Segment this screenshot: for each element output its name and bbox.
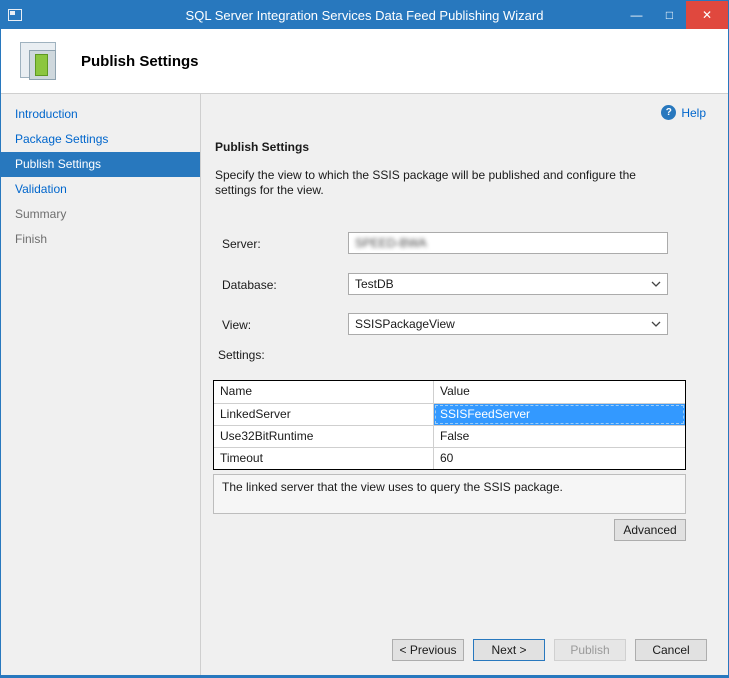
server-value: SPEED-BWA (355, 236, 427, 250)
chevron-down-icon (651, 321, 661, 327)
advanced-button[interactable]: Advanced (614, 519, 686, 541)
page-title: Publish Settings (81, 53, 199, 70)
main-content: ? Help Publish Settings Specify the view… (201, 94, 728, 675)
previous-button[interactable]: < Previous (392, 639, 464, 661)
database-label: Database: (222, 278, 277, 292)
property-value[interactable]: SSISFeedServer (434, 404, 685, 425)
settings-table: Name Value LinkedServer SSISFeedServer U… (213, 380, 686, 470)
content-description: Specify the view to which the SSIS packa… (215, 168, 677, 198)
minimize-button[interactable]: — (620, 1, 653, 29)
sidebar-item-package-settings[interactable]: Package Settings (1, 127, 200, 152)
wizard-icon-green (35, 54, 48, 76)
server-label: Server: (222, 237, 261, 251)
server-input[interactable]: SPEED-BWA (348, 232, 668, 254)
wizard-steps-sidebar: Introduction Package Settings Publish Se… (1, 94, 201, 675)
sidebar-item-publish-settings[interactable]: Publish Settings (1, 152, 200, 177)
titlebar[interactable]: SQL Server Integration Services Data Fee… (1, 1, 728, 29)
wizard-window: SQL Server Integration Services Data Fee… (0, 0, 729, 678)
chevron-down-icon (651, 281, 661, 287)
close-button[interactable]: ✕ (686, 1, 728, 29)
database-value: TestDB (355, 277, 394, 291)
wizard-footer: < Previous Next > Publish Cancel (201, 639, 707, 661)
property-value[interactable]: False (434, 426, 685, 447)
column-header-name: Name (214, 381, 434, 403)
view-value: SSISPackageView (355, 317, 455, 331)
sidebar-item-validation[interactable]: Validation (1, 177, 200, 202)
window-title: SQL Server Integration Services Data Fee… (1, 8, 728, 23)
table-row[interactable]: Use32BitRuntime False (214, 425, 685, 447)
help-link[interactable]: ? Help (661, 105, 706, 120)
next-button[interactable]: Next > (473, 639, 545, 661)
content-heading: Publish Settings (215, 140, 309, 154)
wizard-icon (17, 39, 63, 83)
sidebar-item-summary: Summary (1, 202, 200, 227)
cancel-button[interactable]: Cancel (635, 639, 707, 661)
column-header-value: Value (434, 381, 685, 403)
window-controls: — □ ✕ (620, 1, 728, 29)
table-row[interactable]: Timeout 60 (214, 447, 685, 469)
property-name: LinkedServer (214, 404, 434, 425)
sidebar-item-introduction[interactable]: Introduction (1, 102, 200, 127)
view-label: View: (222, 318, 251, 332)
app-icon (8, 9, 22, 21)
property-value[interactable]: 60 (434, 448, 685, 469)
table-header-row: Name Value (214, 381, 685, 403)
table-row[interactable]: LinkedServer SSISFeedServer (214, 403, 685, 425)
property-name: Timeout (214, 448, 434, 469)
help-label: Help (681, 106, 706, 120)
maximize-button[interactable]: □ (653, 1, 686, 29)
wizard-header: Publish Settings (1, 29, 728, 94)
property-name: Use32BitRuntime (214, 426, 434, 447)
sidebar-item-finish: Finish (1, 227, 200, 252)
settings-label: Settings: (218, 348, 265, 362)
database-select[interactable]: TestDB (348, 273, 668, 295)
publish-button: Publish (554, 639, 626, 661)
help-icon: ? (661, 105, 676, 120)
property-description: The linked server that the view uses to … (213, 474, 686, 514)
view-select[interactable]: SSISPackageView (348, 313, 668, 335)
